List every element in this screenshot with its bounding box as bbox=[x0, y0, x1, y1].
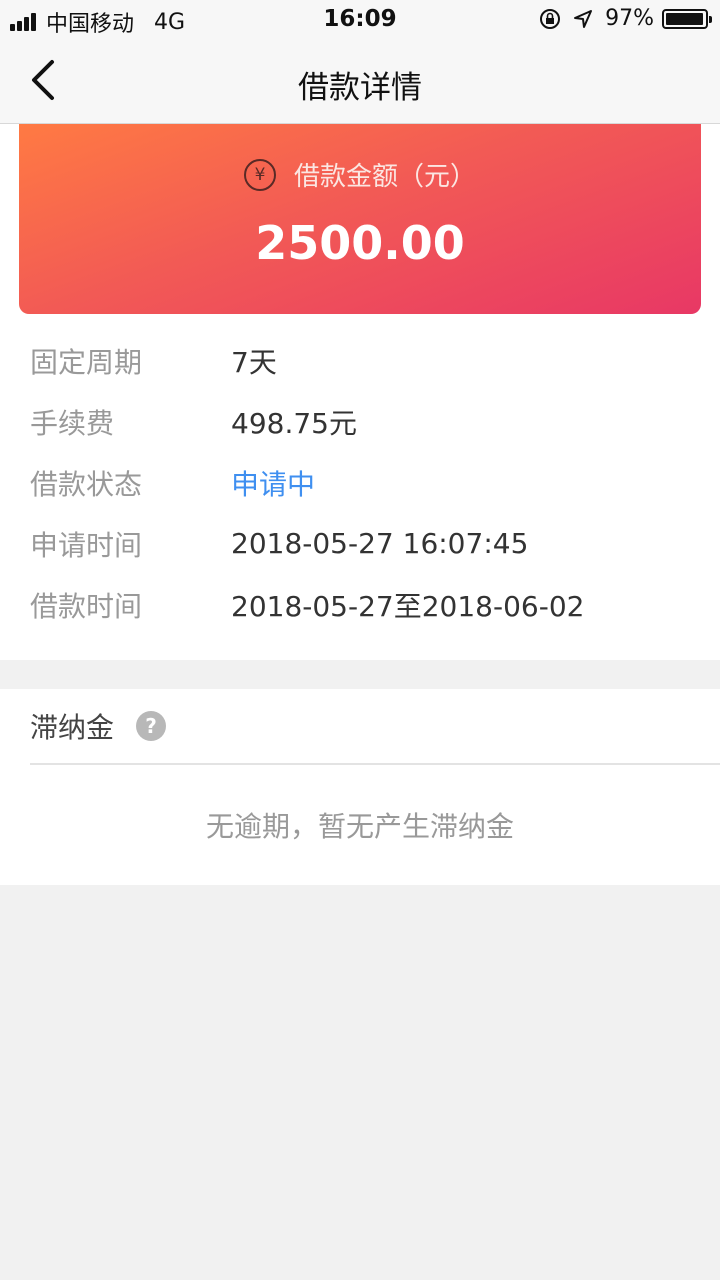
status-label: 借款状态 bbox=[30, 467, 143, 501]
info-row-period: 固定周期 7天 bbox=[30, 330, 700, 391]
battery-fill bbox=[666, 12, 703, 25]
loan-period-label: 借款时间 bbox=[30, 589, 143, 623]
fee-label: 手续费 bbox=[30, 406, 115, 440]
amount-label: 借款金额（元） bbox=[293, 162, 476, 192]
loan-detail-card: ¥ 借款金额（元） 2500.00 固定周期 7天 手续费 498.75元 借款… bbox=[0, 124, 720, 660]
battery-icon bbox=[662, 8, 712, 29]
status-right: 97% bbox=[527, 6, 712, 31]
apply-time-label: 申请时间 bbox=[30, 528, 143, 562]
fee-value: 498.75元 bbox=[231, 406, 357, 440]
info-row-loan-period: 借款时间 2018-05-27至2018-06-02 bbox=[30, 574, 700, 635]
late-fee-card: 滞纳金 ? 无逾期，暂无产生滞纳金 bbox=[0, 689, 720, 885]
status-bar: 中国移动 4G 16:09 97% bbox=[0, 0, 720, 40]
apply-time-value: 2018-05-27 16:07:45 bbox=[231, 527, 529, 560]
info-row-apply-time: 申请时间 2018-05-27 16:07:45 bbox=[30, 513, 700, 574]
period-value: 7天 bbox=[231, 345, 277, 379]
page-title: 借款详情 bbox=[298, 70, 422, 106]
battery-percent: 97% bbox=[605, 6, 654, 31]
navigation-bar: 借款详情 bbox=[0, 40, 720, 124]
help-icon[interactable]: ? bbox=[136, 711, 167, 741]
location-arrow-icon bbox=[574, 9, 593, 28]
info-row-status: 借款状态 申请中 bbox=[30, 452, 700, 513]
yen-icon: ¥ bbox=[243, 158, 276, 191]
loan-amount-card: ¥ 借款金额（元） 2500.00 bbox=[19, 124, 701, 314]
loan-info-list: 固定周期 7天 手续费 498.75元 借款状态 申请中 申请时间 2018-0… bbox=[30, 330, 700, 635]
late-fee-empty-text: 无逾期，暂无产生滞纳金 bbox=[205, 810, 514, 843]
late-fee-header: 滞纳金 ? bbox=[30, 689, 720, 765]
period-label: 固定周期 bbox=[30, 345, 143, 379]
loan-period-value: 2018-05-27至2018-06-02 bbox=[231, 589, 585, 623]
late-fee-title: 滞纳金 bbox=[30, 711, 115, 744]
info-row-fee: 手续费 498.75元 bbox=[30, 391, 700, 452]
amount-value: 2500.00 bbox=[255, 216, 465, 270]
amount-label-row: ¥ 借款金额（元） bbox=[19, 156, 701, 193]
orientation-lock-icon bbox=[540, 8, 561, 29]
status-value: 申请中 bbox=[231, 467, 316, 501]
